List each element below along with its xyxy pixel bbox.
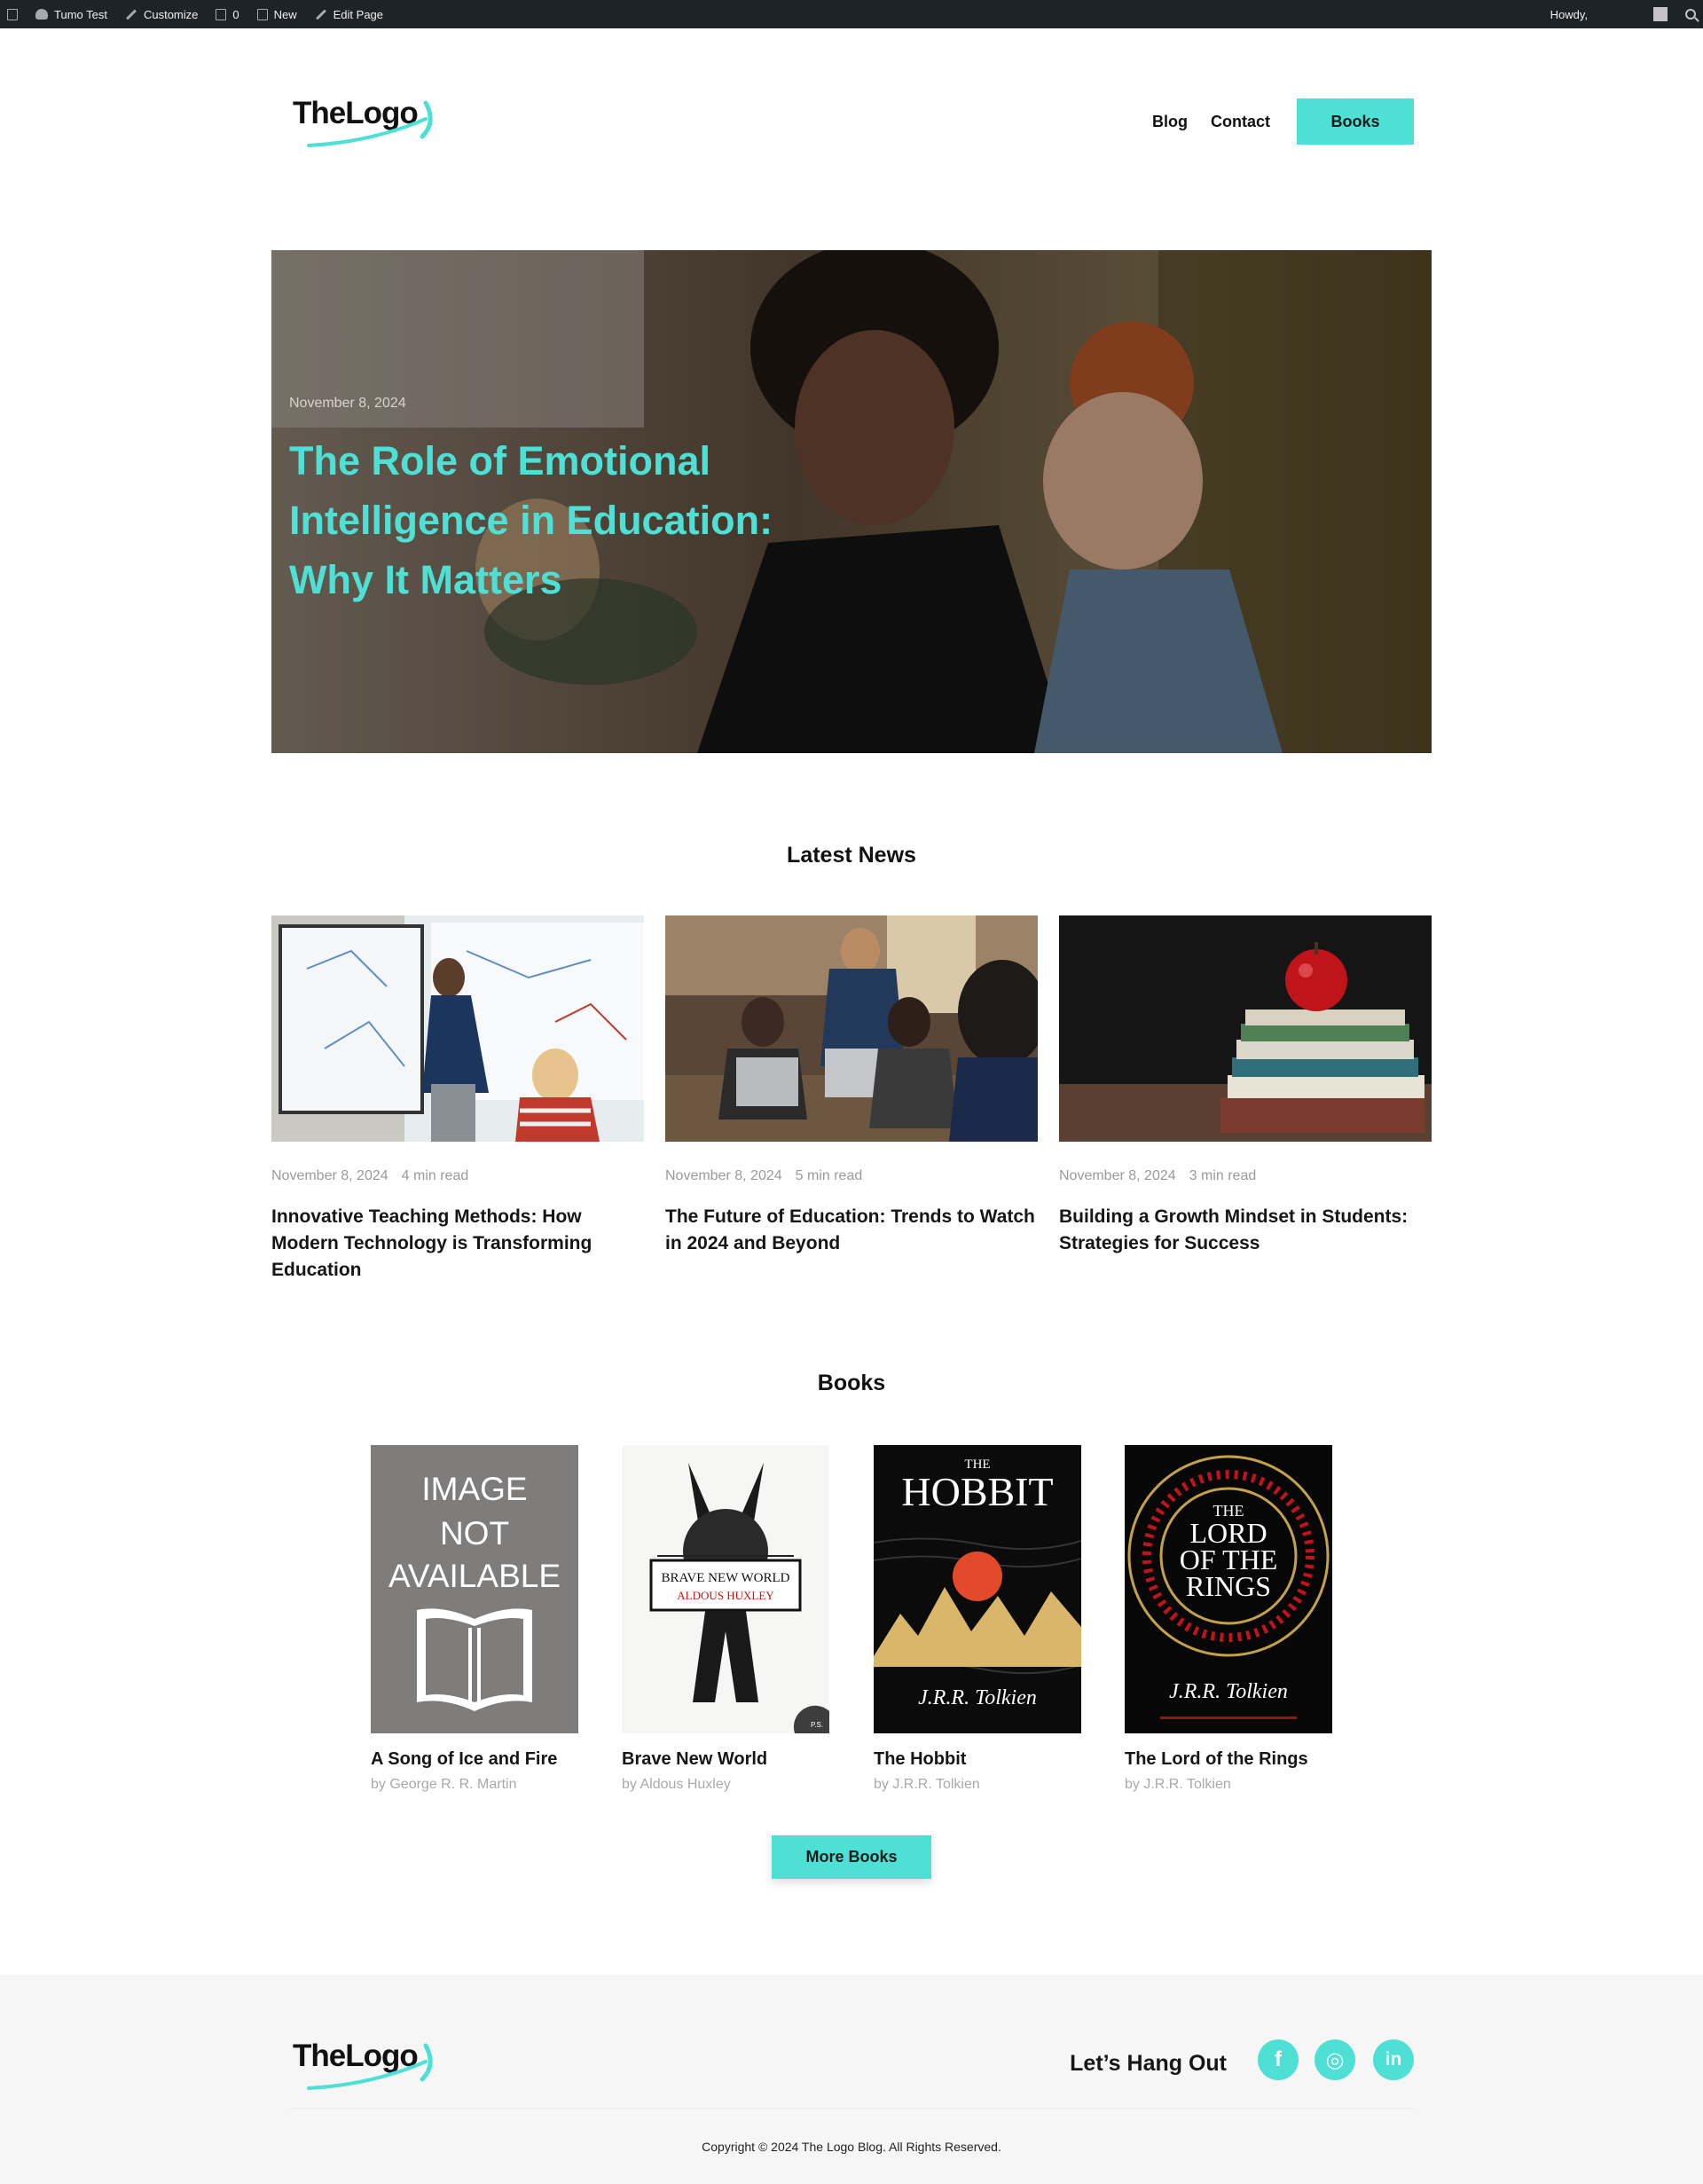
news-card[interactable]: November 8, 2024 3 min read Building a Gr…	[1059, 915, 1432, 1257]
cover-text: IMAGE	[421, 1471, 527, 1507]
book-cover[interactable]: BRAVE NEW WORLD ALDOUS HUXLEY P.S.	[622, 1445, 829, 1733]
cover-text: ALDOUS HUXLEY	[677, 1589, 774, 1602]
more-books-button[interactable]: More Books	[772, 1835, 931, 1879]
news-date: November 8, 2024	[1059, 1168, 1176, 1183]
customize-link[interactable]: Customize	[125, 8, 198, 21]
nav-contact[interactable]: Contact	[1211, 113, 1270, 131]
book-author: by Aldous Huxley	[622, 1777, 731, 1792]
news-date: November 8, 2024	[665, 1168, 782, 1183]
book-author: by J.R.R. Tolkien	[1125, 1777, 1231, 1792]
hero-title[interactable]: The Role of Emotional Intelligence in Ed…	[289, 431, 839, 609]
search-icon	[1685, 9, 1696, 20]
latest-news-heading: Latest News	[787, 843, 916, 868]
book-title[interactable]: A Song of Ice and Fire	[371, 1749, 578, 1770]
facebook-icon[interactable]: f	[1258, 2039, 1299, 2080]
avatar	[1653, 7, 1668, 21]
cover-text: BRAVE NEW WORLD	[661, 1571, 789, 1585]
hangout-heading: Let’s Hang Out	[1070, 2051, 1227, 2076]
cover-text: NOT	[440, 1515, 509, 1552]
footer-logo[interactable]: TheLogo	[293, 2039, 435, 2092]
news-read-time: 4 min read	[401, 1168, 469, 1183]
linkedin-icon[interactable]: in	[1373, 2039, 1414, 2080]
books-button[interactable]: Books	[1297, 98, 1414, 145]
logo-swoosh-icon	[307, 100, 433, 147]
cover-text: AVAILABLE	[388, 1558, 561, 1594]
news-title[interactable]: Innovative Teaching Methods: How Modern …	[271, 1204, 644, 1284]
book-cover[interactable]: THE HOBBIT J.R.R. Tolkien	[874, 1445, 1081, 1733]
book-item[interactable]: IMAGE NOT AVAILABLE A Song of Ice and Fi…	[371, 1445, 578, 1793]
news-image[interactable]	[665, 915, 1038, 1142]
cover-text: HOBBIT	[901, 1469, 1053, 1514]
footer-divider	[289, 2108, 1414, 2109]
cover-text: RINGS	[1186, 1570, 1271, 1602]
copyright-text: Copyright © 2024 The Logo Blog. All Righ…	[702, 2140, 1001, 2154]
book-item[interactable]: THE HOBBIT J.R.R. Tolkien The Hobbit by …	[874, 1445, 1081, 1793]
book-cover[interactable]: IMAGE NOT AVAILABLE	[371, 1445, 578, 1733]
plus-icon	[256, 8, 268, 20]
comments-link[interactable]: 0	[216, 8, 239, 21]
open-book-icon	[417, 1608, 532, 1711]
hero-post[interactable]: November 8, 2024 The Role of Emotional I…	[271, 250, 1432, 753]
news-read-time: 3 min read	[1189, 1168, 1257, 1183]
site-name-link[interactable]: Tumo Test	[35, 8, 107, 21]
new-content-link[interactable]: New	[256, 8, 297, 21]
admin-bar: Tumo Test Customize 0 New Edit Page Howd…	[0, 0, 1703, 28]
cover-text: J.R.R. Tolkien	[918, 1686, 1037, 1709]
wordpress-icon[interactable]	[7, 8, 18, 20]
book-author: by J.R.R. Tolkien	[874, 1777, 980, 1792]
books-heading: Books	[817, 1371, 886, 1395]
news-date: November 8, 2024	[271, 1168, 388, 1183]
book-author: by George R. R. Martin	[371, 1777, 517, 1792]
hero-date: November 8, 2024	[289, 396, 406, 411]
news-image[interactable]	[1059, 915, 1432, 1142]
account-menu[interactable]: Howdy,	[1550, 7, 1668, 21]
edit-page-link[interactable]: Edit Page	[315, 8, 383, 21]
brush-icon	[125, 8, 137, 20]
main-nav: Blog Contact Books	[1152, 98, 1414, 145]
comment-icon	[216, 8, 227, 20]
cover-text: J.R.R. Tolkien	[1169, 1680, 1288, 1703]
site-footer: TheLogo Let’s Hang Out f ◎ in Copyright …	[0, 1975, 1703, 2184]
news-card[interactable]: November 8, 2024 4 min read Innovative Te…	[271, 915, 644, 1284]
pencil-icon	[315, 8, 326, 20]
news-title[interactable]: The Future of Education: Trends to Watch…	[665, 1204, 1038, 1257]
site-logo[interactable]: TheLogo	[293, 96, 435, 149]
book-item[interactable]: BRAVE NEW WORLD ALDOUS HUXLEY P.S. Brave…	[622, 1445, 829, 1793]
logo-swoosh-icon	[307, 2043, 433, 2090]
book-title[interactable]: The Lord of the Rings	[1125, 1749, 1332, 1770]
nav-blog[interactable]: Blog	[1152, 113, 1188, 131]
news-title[interactable]: Building a Growth Mindset in Students: S…	[1059, 1204, 1432, 1257]
news-card[interactable]: November 8, 2024 5 min read The Future of…	[665, 915, 1038, 1257]
search-button[interactable]	[1685, 9, 1696, 20]
book-title[interactable]: The Hobbit	[874, 1749, 1081, 1770]
instagram-icon[interactable]: ◎	[1315, 2039, 1355, 2080]
dashboard-icon	[35, 9, 48, 20]
book-title[interactable]: Brave New World	[622, 1749, 829, 1770]
book-cover[interactable]: THE LORD OF THE RINGS J.R.R. Tolkien	[1125, 1445, 1332, 1733]
news-read-time: 5 min read	[795, 1168, 863, 1183]
cover-text: P.S.	[811, 1721, 823, 1729]
news-image[interactable]	[271, 915, 644, 1142]
book-item[interactable]: THE LORD OF THE RINGS J.R.R. Tolkien The…	[1125, 1445, 1332, 1793]
